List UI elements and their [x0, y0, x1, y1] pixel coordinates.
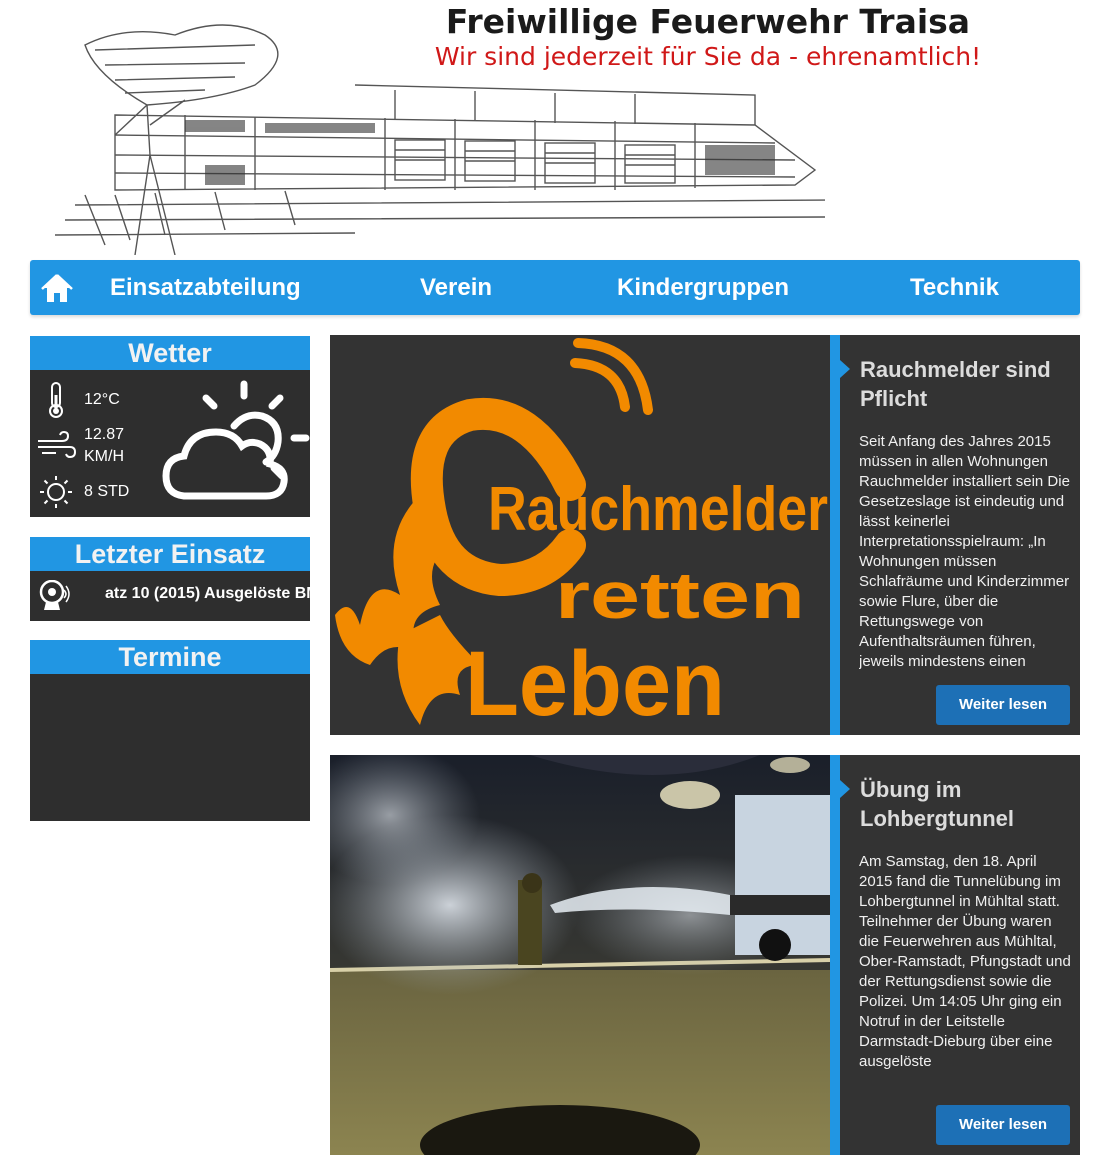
- thermometer-icon: [49, 382, 63, 418]
- logo-word-rauchmelder: Rauchmelder: [488, 475, 828, 544]
- article-title[interactable]: Rauchmelder sind Pflicht: [860, 355, 1075, 413]
- wind-icon: [38, 431, 76, 459]
- last-mission-title: Letzter Einsatz: [30, 537, 310, 571]
- article-excerpt: Am Samstag, den 18. April 2015 fand die …: [859, 853, 1071, 1070]
- temperature-value: 12°C: [84, 391, 120, 408]
- nav-item-technik[interactable]: Technik: [910, 260, 999, 315]
- last-mission-panel: Letzter Einsatz atz 10 (2015) Ausgelöste…: [30, 537, 310, 621]
- weather-title: Wetter: [30, 336, 310, 370]
- events-panel: Termine: [30, 640, 310, 821]
- nav-item-verein[interactable]: Verein: [420, 260, 492, 315]
- logo-word-leben: Leben: [465, 633, 725, 735]
- sunshine-row: 8 STD: [34, 472, 129, 512]
- sunshine-hours-value: 8 STD: [84, 483, 130, 500]
- home-icon[interactable]: [40, 272, 74, 304]
- mission-ticker[interactable]: atz 10 (2015) Ausgelöste BMA: [30, 571, 310, 621]
- article-card: Übung im Lohbergtunnel Am Samstag, den 1…: [330, 755, 1080, 1155]
- partly-cloudy-icon: [162, 380, 310, 500]
- article-accent-bar: [830, 335, 840, 735]
- temperature-row: 12°C: [34, 380, 120, 420]
- site-header: Freiwillige Feuerwehr Traisa Wir sind je…: [30, 0, 1080, 258]
- nav-item-kindergruppen[interactable]: Kindergruppen: [617, 260, 789, 315]
- read-more-button[interactable]: Weiter lesen: [936, 685, 1070, 725]
- article-arrow: [840, 780, 850, 798]
- nav-item-einsatzabteilung[interactable]: Einsatzabteilung: [110, 260, 301, 315]
- logo-word-retten: retten: [555, 558, 805, 632]
- article-excerpt: Seit Anfang des Jahres 2015 müssen in al…: [859, 433, 1070, 670]
- ticker-mask: [78, 571, 104, 621]
- wind-speed-value: 12.87: [84, 426, 125, 443]
- article-image[interactable]: Rauchmelder retten Leben: [330, 335, 830, 735]
- sun-icon: [40, 476, 72, 508]
- weather-panel: Wetter 12°C 12.87 KM/H 8 STD: [30, 336, 310, 517]
- main-navigation: Einsatzabteilung Verein Kindergruppen Te…: [30, 260, 1080, 315]
- article-arrow: [840, 360, 850, 378]
- article-card: Rauchmelder retten Leben Rauchmelder sin…: [330, 335, 1080, 735]
- wind-speed-unit: KM/H: [84, 448, 124, 465]
- mission-ticker-text: atz 10 (2015) Ausgelöste BMA: [105, 585, 310, 602]
- site-title: Freiwillige Feuerwehr Traisa: [445, 2, 971, 41]
- article-accent-bar: [830, 755, 840, 1155]
- events-title: Termine: [30, 640, 310, 674]
- alarm-bell-icon: [39, 580, 70, 610]
- read-more-button[interactable]: Weiter lesen: [936, 1105, 1070, 1145]
- site-slogan: Wir sind jederzeit für Sie da - ehrenamt…: [434, 42, 982, 71]
- smoke-detector-logo: Rauchmelder retten Leben: [330, 335, 830, 735]
- wind-row: 12.87 KM/H: [34, 424, 124, 468]
- article-image[interactable]: [330, 755, 830, 1155]
- article-title[interactable]: Übung im Lohbergtunnel: [860, 775, 1075, 833]
- tunnel-exercise-photo: [330, 755, 830, 1155]
